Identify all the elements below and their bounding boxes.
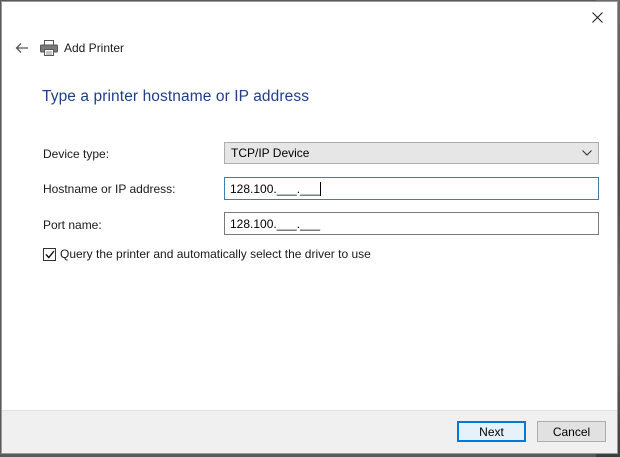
close-button[interactable] xyxy=(583,6,611,28)
query-driver-label: Query the printer and automatically sele… xyxy=(60,247,371,261)
port-name-label: Port name: xyxy=(43,218,102,232)
dialog-header: Add Printer xyxy=(12,38,124,58)
text-caret xyxy=(320,181,322,196)
back-arrow-icon xyxy=(15,43,28,53)
hostname-label: Hostname or IP address: xyxy=(43,182,176,196)
dialog-footer: Next Cancel xyxy=(2,410,617,453)
query-driver-option[interactable]: Query the printer and automatically sele… xyxy=(43,247,371,261)
device-type-label: Device type: xyxy=(43,147,110,161)
dialog-title: Add Printer xyxy=(64,41,125,55)
cancel-button[interactable]: Cancel xyxy=(537,421,606,442)
query-driver-checkbox[interactable] xyxy=(43,247,56,261)
page-title: Type a printer hostname or IP address xyxy=(42,88,310,105)
port-name-value: 128.100.___.___ xyxy=(230,216,321,231)
chevron-down-icon xyxy=(578,150,596,156)
hostname-input[interactable]: 128.100.___.___ xyxy=(224,177,599,200)
next-button[interactable]: Next xyxy=(457,421,526,442)
device-type-select[interactable]: TCP/IP Device xyxy=(224,142,599,164)
close-icon xyxy=(591,11,603,23)
checkmark-icon xyxy=(44,250,55,259)
port-name-input[interactable]: 128.100.___.___ xyxy=(224,212,599,235)
hostname-value: 128.100.___.___ xyxy=(230,181,321,196)
device-type-value: TCP/IP Device xyxy=(231,146,310,160)
back-button[interactable] xyxy=(12,38,32,58)
printer-icon xyxy=(40,39,58,57)
add-printer-dialog: Add Printer Type a printer hostname or I… xyxy=(1,1,618,454)
